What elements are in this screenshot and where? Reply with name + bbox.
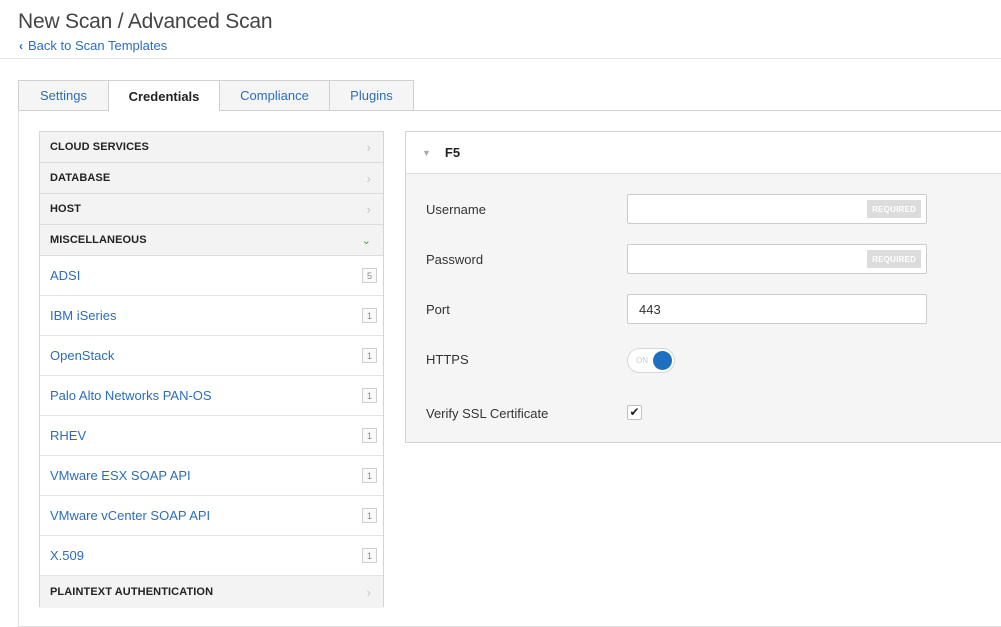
list-item-adsi[interactable]: ADSI 5 [40, 256, 383, 296]
category-label: MISCELLANEOUS [50, 234, 147, 246]
count-badge: 1 [362, 308, 377, 323]
f5-credential-form: ▼ F5 Username REQUIRED Password REQUIRED… [405, 131, 1001, 443]
username-label: Username [426, 202, 486, 217]
list-item-rhev[interactable]: RHEV 1 [40, 416, 383, 456]
list-item-ibm-iseries[interactable]: IBM iSeries 1 [40, 296, 383, 336]
port-field[interactable]: 443 [627, 294, 927, 324]
back-link-label: Back to Scan Templates [28, 38, 168, 53]
credential-type-list: CLOUD SERVICES › DATABASE › HOST › MISCE… [39, 131, 384, 608]
category-label: DATABASE [50, 172, 111, 184]
required-badge: REQUIRED [867, 200, 921, 218]
count-badge: 1 [362, 508, 377, 523]
count-badge: 1 [362, 348, 377, 363]
list-item-palo-alto[interactable]: Palo Alto Networks PAN-OS 1 [40, 376, 383, 416]
count-badge: 1 [362, 548, 377, 563]
category-plaintext-authentication[interactable]: PLAINTEXT AUTHENTICATION › [40, 576, 383, 608]
username-field[interactable]: REQUIRED [627, 194, 927, 224]
category-label: CLOUD SERVICES [50, 141, 149, 153]
chevron-right-icon: › [366, 170, 371, 186]
header-divider [0, 58, 1001, 59]
required-badge: REQUIRED [867, 250, 921, 268]
collapse-caret-icon[interactable]: ▼ [422, 148, 431, 158]
count-badge: 5 [362, 268, 377, 283]
list-item-vmware-esx[interactable]: VMware ESX SOAP API 1 [40, 456, 383, 496]
chevron-left-icon: ‹ [19, 38, 23, 53]
port-label: Port [426, 302, 450, 317]
https-toggle[interactable]: ON [627, 348, 675, 373]
port-value: 443 [639, 301, 661, 317]
list-item-label: VMware ESX SOAP API [50, 468, 191, 483]
password-label: Password [426, 252, 484, 267]
page-title: New Scan / Advanced Scan [18, 10, 273, 33]
tab-settings[interactable]: Settings [18, 80, 108, 111]
category-miscellaneous[interactable]: MISCELLANEOUS ⌄ [40, 225, 383, 256]
list-item-x509[interactable]: X.509 1 [40, 536, 383, 576]
list-item-label: RHEV [50, 428, 87, 443]
category-database[interactable]: DATABASE › [40, 163, 383, 194]
category-label: HOST [50, 203, 81, 215]
count-badge: 1 [362, 388, 377, 403]
count-badge: 1 [362, 428, 377, 443]
list-item-label: X.509 [50, 548, 84, 563]
tab-compliance[interactable]: Compliance [219, 80, 329, 111]
chevron-right-icon: › [366, 139, 371, 155]
verify-ssl-checkbox[interactable]: ✔ [627, 405, 642, 420]
back-to-scan-templates-link[interactable]: ‹ Back to Scan Templates [19, 38, 167, 53]
category-host[interactable]: HOST › [40, 194, 383, 225]
tab-credentials[interactable]: Credentials [108, 80, 219, 112]
list-item-label: IBM iSeries [50, 308, 117, 323]
count-badge: 1 [362, 468, 377, 483]
list-item-vmware-vcenter[interactable]: VMware vCenter SOAP API 1 [40, 496, 383, 536]
chevron-down-icon: ⌄ [361, 234, 371, 247]
toggle-state-text: ON [636, 356, 648, 365]
verify-ssl-label: Verify SSL Certificate [426, 406, 549, 421]
chevron-right-icon: › [366, 201, 371, 217]
list-item-label: ADSI [50, 268, 81, 283]
tab-plugins[interactable]: Plugins [329, 80, 414, 111]
list-item-label: Palo Alto Networks PAN-OS [50, 388, 212, 403]
list-item-openstack[interactable]: OpenStack 1 [40, 336, 383, 376]
toggle-knob [653, 351, 672, 370]
category-label: PLAINTEXT AUTHENTICATION [50, 586, 214, 598]
password-field[interactable]: REQUIRED [627, 244, 927, 274]
chevron-right-icon: › [366, 584, 371, 600]
list-item-label: OpenStack [50, 348, 115, 363]
list-item-label: VMware vCenter SOAP API [50, 508, 211, 523]
tab-bar: Settings Credentials Compliance Plugins [18, 80, 414, 112]
form-title: F5 [444, 145, 461, 160]
form-header[interactable]: ▼ F5 [406, 132, 1001, 174]
https-label: HTTPS [426, 352, 469, 367]
category-cloud-services[interactable]: CLOUD SERVICES › [40, 132, 383, 163]
